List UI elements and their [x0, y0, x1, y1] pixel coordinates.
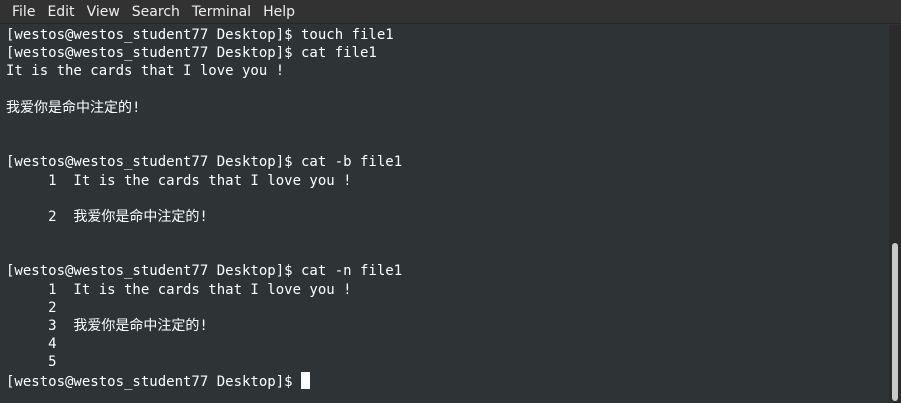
scrollbar-thumb[interactable] [892, 243, 898, 401]
terminal-line: [westos@westos_student77 Desktop]$ cat -… [6, 154, 403, 171]
menu-view[interactable]: View [81, 1, 126, 23]
terminal-line: [westos@westos_student77 Desktop]$ touch… [6, 27, 394, 43]
text-cursor [301, 371, 311, 389]
terminal-line: 1 It is the cards that I love you ! [6, 281, 352, 298]
terminal-line: 我爱你是命中注定的! [6, 99, 141, 116]
terminal-window: File Edit View Search Terminal Help [wes… [0, 0, 901, 403]
terminal-line: 1 It is the cards that I love you ! [6, 172, 352, 189]
menu-file[interactable]: File [6, 1, 41, 23]
terminal-line: It is the cards that I love you ! [6, 63, 285, 80]
prompt-line: [westos@westos_student77 Desktop]$ [6, 371, 889, 390]
terminal-line: 2 [6, 299, 57, 316]
terminal-line: [westos@westos_student77 Desktop]$ cat -… [6, 263, 403, 280]
terminal-line: 4 [6, 336, 57, 353]
menu-help[interactable]: Help [257, 1, 301, 23]
menu-terminal[interactable]: Terminal [186, 1, 257, 23]
terminal-line: [westos@westos_student77 Desktop]$ cat f… [6, 45, 377, 62]
vertical-scrollbar[interactable] [889, 25, 901, 403]
menu-search[interactable]: Search [126, 1, 186, 23]
shell-prompt: [westos@westos_student77 Desktop]$ [6, 373, 302, 390]
terminal-output[interactable]: [westos@westos_student77 Desktop]$ touch… [0, 25, 889, 403]
menu-edit[interactable]: Edit [41, 1, 80, 23]
terminal-line: 3 我爱你是命中注定的! [6, 318, 208, 334]
menubar: File Edit View Search Terminal Help [0, 0, 901, 24]
terminal-line: 5 [6, 354, 57, 371]
terminal-line: 2 我爱你是命中注定的! [6, 208, 208, 225]
